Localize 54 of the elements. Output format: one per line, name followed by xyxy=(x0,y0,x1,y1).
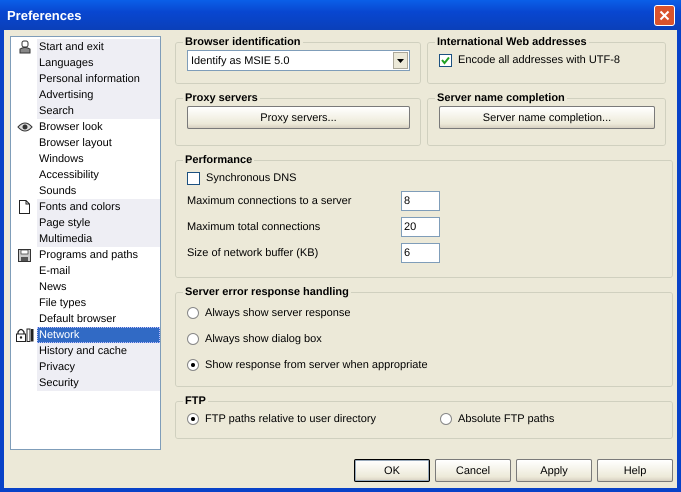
input-field[interactable]: 6 xyxy=(401,243,440,263)
sidebar-item[interactable]: Personal information xyxy=(37,71,160,87)
dialog-button[interactable]: OK xyxy=(354,459,430,482)
group-title: Server error response handling xyxy=(184,286,350,298)
sidebar-item[interactable]: Network xyxy=(37,327,160,343)
checkbox[interactable] xyxy=(439,54,452,66)
group-title: Server name completion xyxy=(436,92,566,104)
dialog-button[interactable]: Help xyxy=(597,459,673,482)
group-title: Browser identification xyxy=(184,36,302,48)
dialog-button[interactable]: Apply xyxy=(516,459,592,482)
input-field[interactable]: 8 xyxy=(401,191,440,211)
checkbox-label: Synchronous DNS xyxy=(206,172,296,184)
sidebar-item[interactable]: Page style xyxy=(37,215,160,231)
sidebar-item[interactable]: Multimedia xyxy=(37,231,160,247)
checkbox-label: Encode all addresses with UTF-8 xyxy=(458,54,620,66)
radio-label: Absolute FTP paths xyxy=(458,413,554,425)
field-label: Maximum total connections xyxy=(187,221,322,233)
close-button[interactable] xyxy=(654,4,675,26)
person-icon xyxy=(18,40,30,54)
radio-button[interactable] xyxy=(440,413,452,425)
group-title: Performance xyxy=(184,154,254,166)
close-icon xyxy=(659,10,670,20)
radio-label: Always show dialog box xyxy=(205,333,322,345)
sidebar-item[interactable]: Advertising xyxy=(37,87,160,103)
input-field[interactable]: 20 xyxy=(401,217,440,237)
sidebar-item[interactable]: Security xyxy=(37,375,160,391)
sidebar-item[interactable]: Privacy xyxy=(37,359,160,375)
radio-button[interactable] xyxy=(187,359,199,371)
sidebar-item[interactable]: Fonts and colors xyxy=(37,199,160,215)
dialog-button[interactable]: Cancel xyxy=(435,459,511,482)
field-label: Size of network buffer (KB) xyxy=(187,247,320,259)
sidebar-item[interactable]: Languages xyxy=(37,55,160,71)
window-title: Preferences xyxy=(7,8,82,22)
page-icon xyxy=(19,200,30,214)
sidebar-item[interactable]: History and cache xyxy=(37,343,160,359)
proxy-servers-button[interactable]: Proxy servers... xyxy=(187,106,410,129)
group-title: FTP xyxy=(184,395,207,407)
radio-label: FTP paths relative to user directory xyxy=(205,413,376,425)
server-name-completion-button[interactable]: Server name completion... xyxy=(439,106,655,129)
radio-button[interactable] xyxy=(187,333,199,345)
radio-label: Show response from server when appropriate xyxy=(205,359,428,371)
checkbox[interactable] xyxy=(187,172,200,184)
dropdown[interactable]: Identify as MSIE 5.0 xyxy=(187,50,410,71)
padlock-icon xyxy=(16,328,34,342)
caret-icon[interactable] xyxy=(393,52,408,69)
group-title: International Web addresses xyxy=(436,36,588,48)
sidebar-item[interactable]: Start and exit xyxy=(37,39,160,55)
group-title: Proxy servers xyxy=(184,92,259,104)
sidebar-item[interactable]: Search xyxy=(37,103,160,119)
radio-label: Always show server response xyxy=(205,307,351,319)
radio-button[interactable] xyxy=(187,307,199,319)
radio-button[interactable] xyxy=(187,413,199,425)
eye-icon xyxy=(16,121,32,133)
field-label: Maximum connections to a server xyxy=(187,195,352,207)
